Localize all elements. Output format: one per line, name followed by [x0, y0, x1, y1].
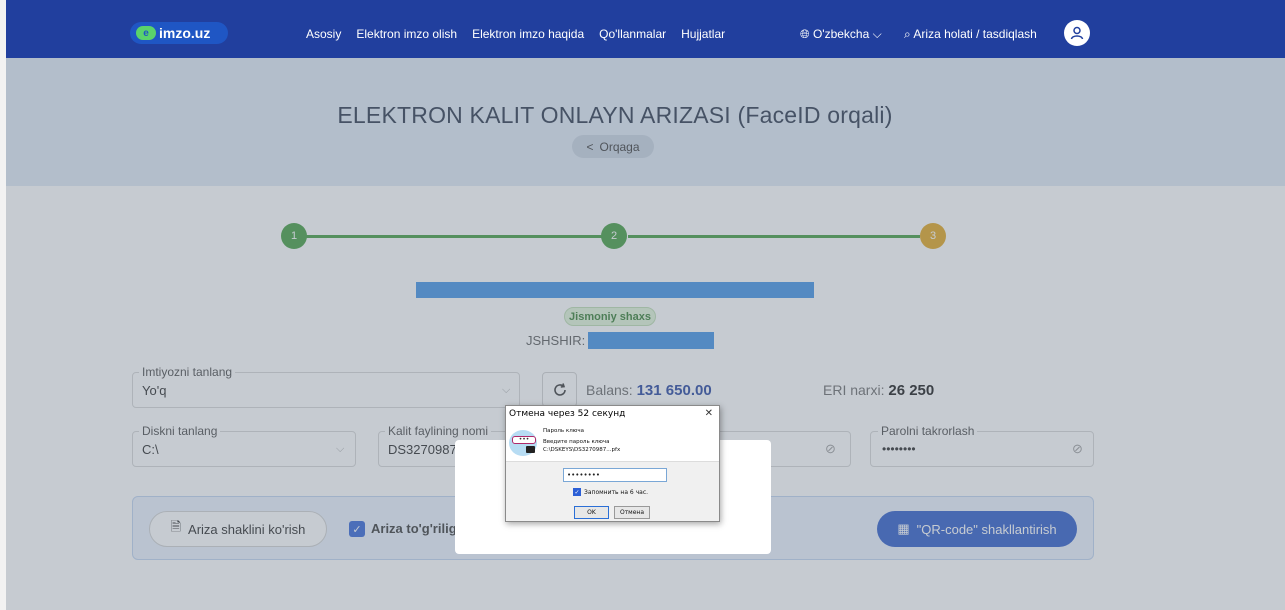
nav-link-eri-olish[interactable]: Elektron imzo olish: [356, 27, 457, 41]
logo-e-icon: e: [136, 26, 156, 40]
nav-link-hujjatlar[interactable]: Hujjatlar: [681, 27, 725, 41]
dialog-ok-button[interactable]: OK: [574, 506, 609, 519]
dialog-title: Отмена через 52 секунд: [506, 406, 719, 422]
logo-text: imzo.uz: [159, 25, 211, 41]
nav-link-eri-haqida[interactable]: Elektron imzo haqida: [472, 27, 584, 41]
page: e imzo.uz Asosiy Elektron imzo olish Ele…: [0, 0, 1285, 610]
remember-checkbox[interactable]: ✓ Запомнить на 6 час.: [573, 488, 648, 496]
nav-link-qollanmalar[interactable]: Qo'llanmalar: [599, 27, 666, 41]
nav-link-asosiy[interactable]: Asosiy: [306, 27, 341, 41]
dialog-cancel-button[interactable]: Отмена: [614, 506, 650, 519]
language-selector[interactable]: 🌐︎ O'zbekcha ⌵: [800, 27, 882, 42]
top-navbar: e imzo.uz Asosiy Elektron imzo olish Ele…: [6, 0, 1285, 58]
search-label: Ariza holati / tasdiqlash: [913, 27, 1037, 41]
dialog-key-path: C:\DSKEYS\DS3270987...pfx: [543, 447, 621, 453]
lock-icon: [526, 446, 535, 453]
close-icon[interactable]: ✕: [705, 408, 713, 419]
user-avatar-button[interactable]: [1064, 20, 1090, 46]
search-icon: ⌕: [904, 27, 911, 41]
dialog-prompt: Введите пароль ключа: [543, 439, 610, 445]
user-icon: [1070, 26, 1084, 40]
globe-icon: 🌐︎: [800, 27, 810, 41]
language-label: O'zbekcha: [812, 27, 870, 41]
dialog-header-title: Пароль ключа: [543, 428, 584, 434]
nav-links: Asosiy Elektron imzo olish Elektron imzo…: [306, 27, 725, 41]
chevron-down-icon: ⌵: [872, 27, 882, 41]
site-logo[interactable]: e imzo.uz: [130, 22, 228, 44]
remember-label: Запомнить на 6 час.: [584, 488, 649, 496]
dialog-header: ••• Пароль ключа Введите пароль ключа C:…: [506, 422, 719, 462]
remember-check-icon: ✓: [573, 488, 581, 496]
application-status-search[interactable]: ⌕ Ariza holati / tasdiqlash: [904, 27, 1037, 42]
key-password-dialog: Отмена через 52 секунд ✕ ••• Пароль ключ…: [505, 405, 720, 522]
dialog-password-input[interactable]: ••••••••: [563, 468, 667, 482]
password-field-icon: •••: [512, 436, 536, 444]
